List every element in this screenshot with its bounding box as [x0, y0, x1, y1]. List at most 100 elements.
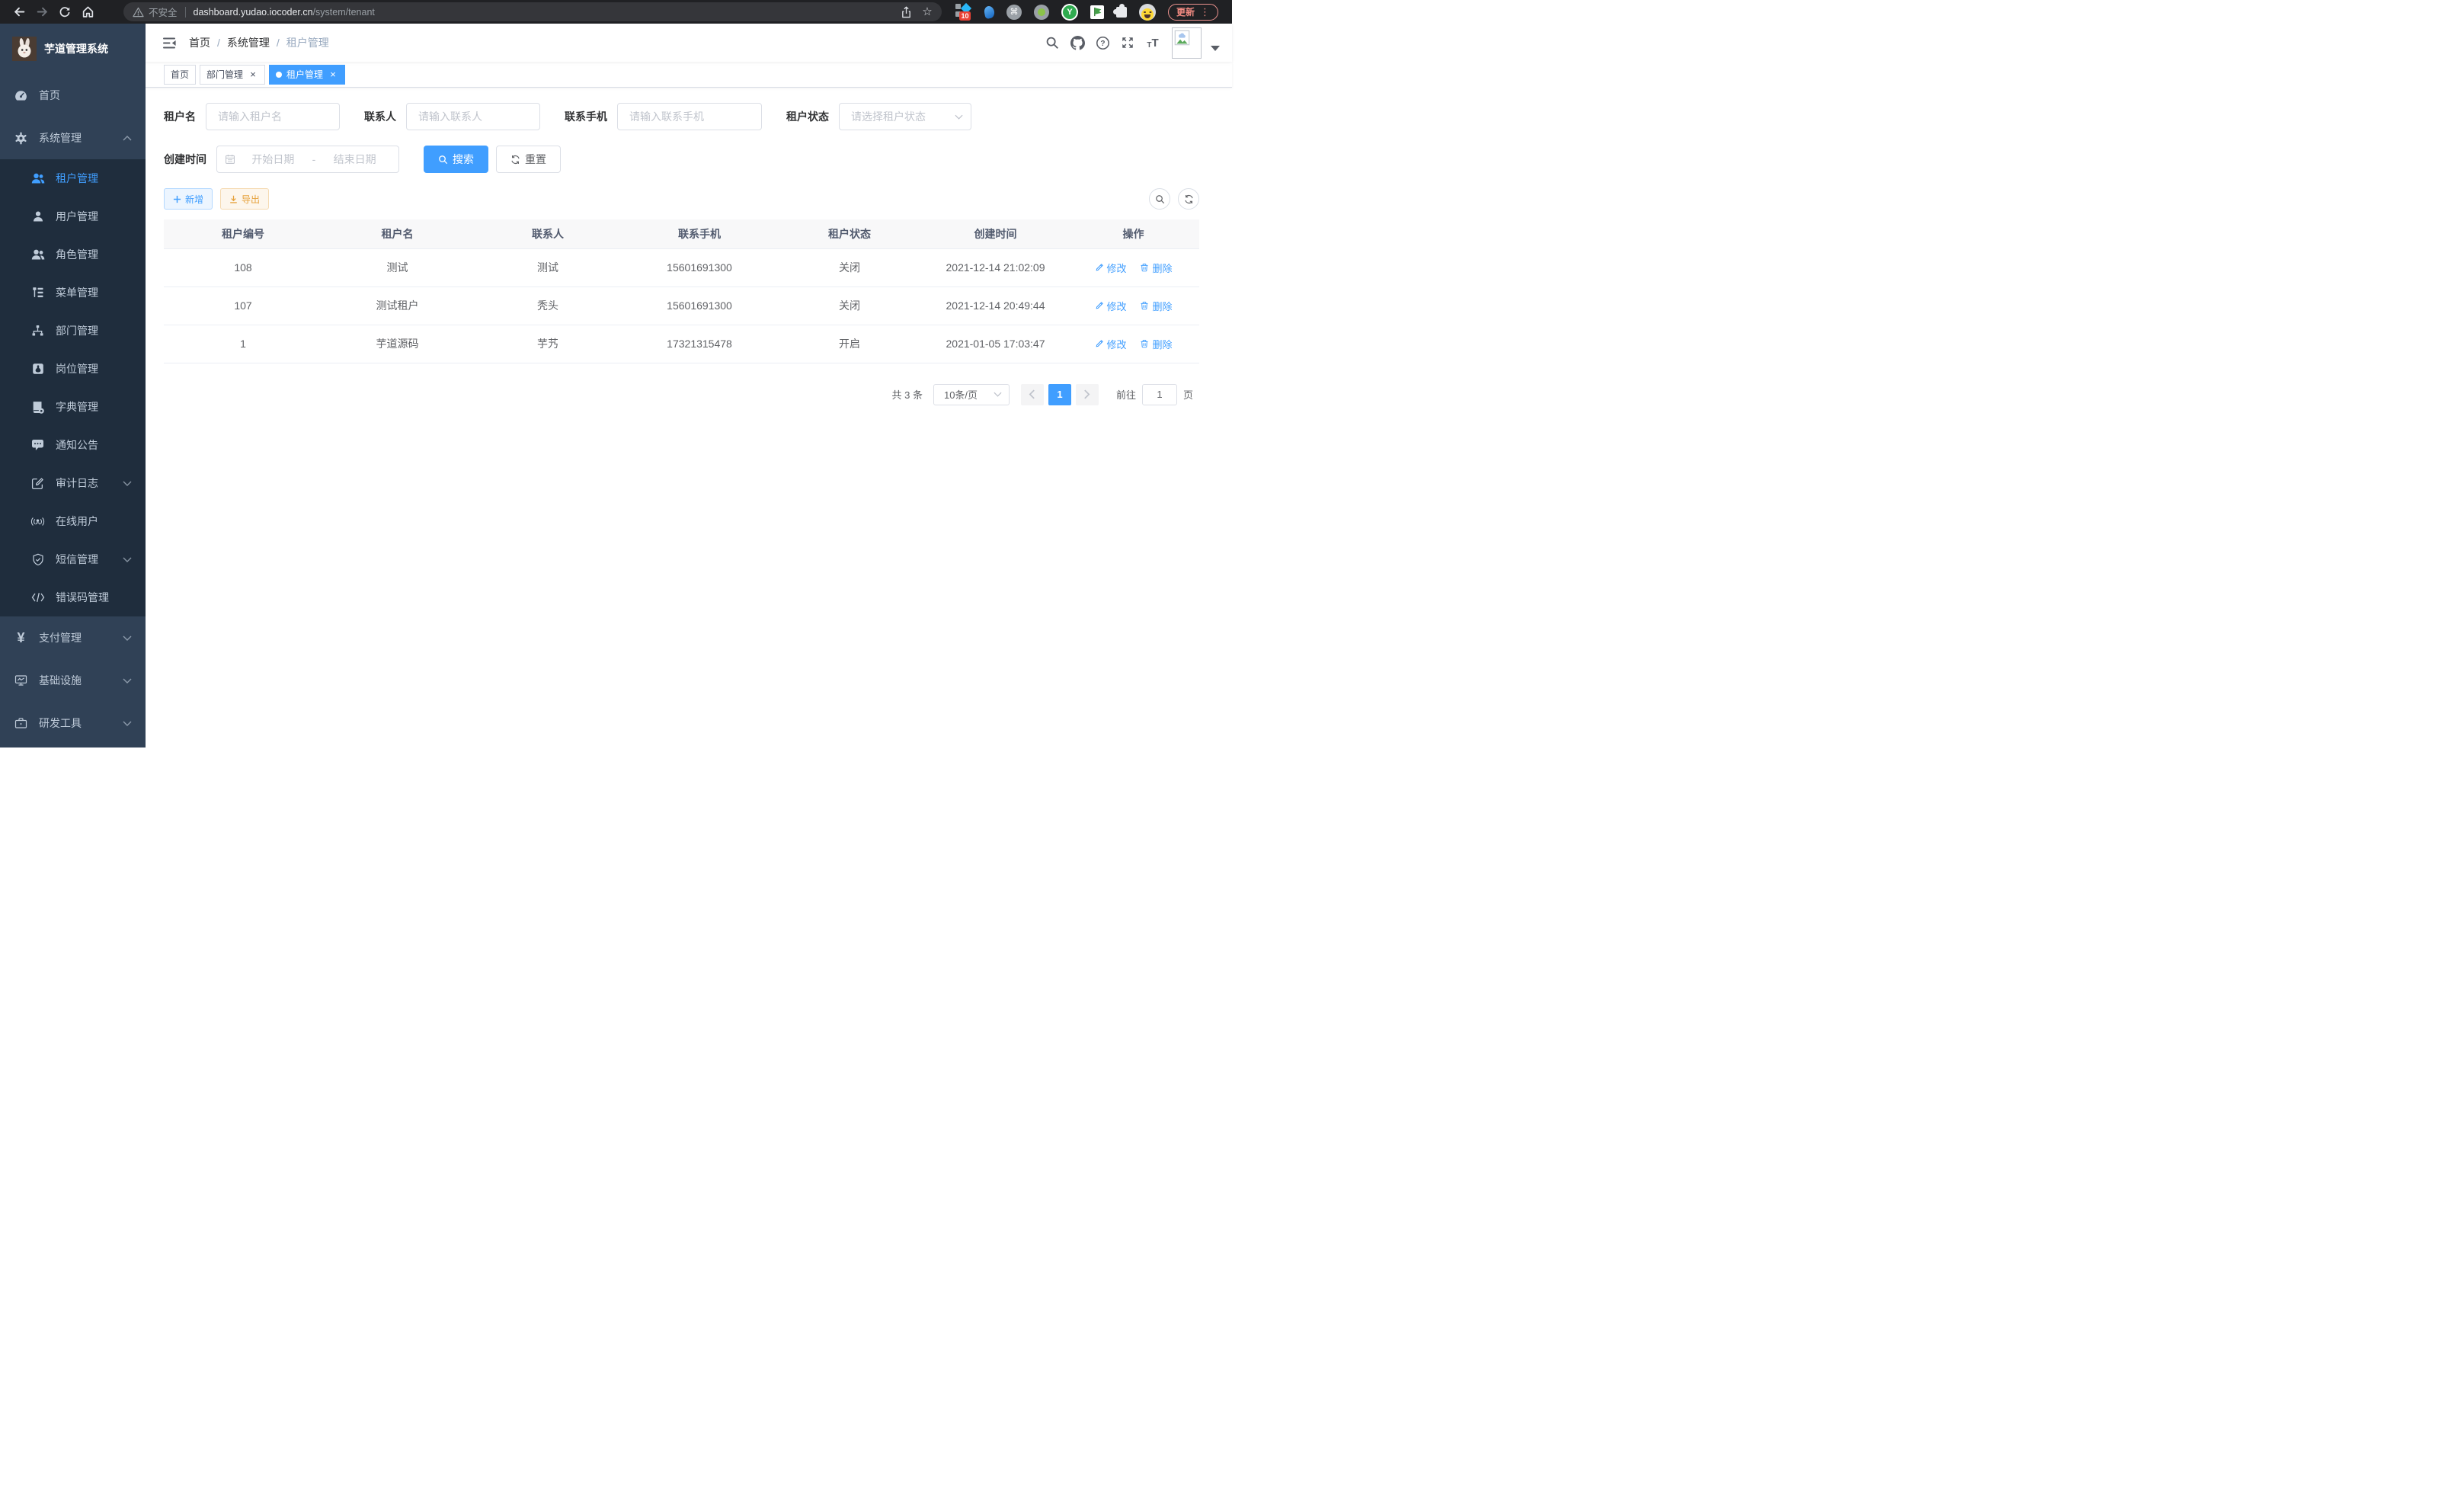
filter-row-1: 租户名 请输入租户名 联系人 请输入联系人 联系手机 请输入联系手机	[164, 103, 1199, 130]
browser-forward-icon[interactable]	[30, 2, 53, 22]
edit-link[interactable]: 修改	[1095, 337, 1127, 351]
share-icon[interactable]	[895, 2, 917, 21]
extensions-puzzle-icon[interactable]	[1116, 7, 1127, 18]
status-select[interactable]: 请选择租户状态	[839, 103, 971, 130]
sidebar-item-dept-management[interactable]: 部门管理	[0, 312, 146, 350]
edit-link[interactable]: 修改	[1095, 299, 1127, 313]
mobile-input[interactable]: 请输入联系手机	[617, 103, 762, 130]
edit-link[interactable]: 修改	[1095, 261, 1127, 275]
sidebar-item-system-management[interactable]: 系统管理	[0, 117, 146, 159]
sidebar-item-user-management[interactable]: 用户管理	[0, 197, 146, 235]
delete-link[interactable]: 删除	[1140, 261, 1172, 275]
browser-home-icon[interactable]	[76, 2, 99, 22]
url-bar[interactable]: 不安全 dashboard.yudao.iocoder.cn/system/te…	[123, 2, 942, 21]
sidebar-item-sms-management[interactable]: 短信管理	[0, 540, 146, 578]
cell-created: 2021-01-05 17:03:47	[923, 325, 1067, 363]
mobile-placeholder: 请输入联系手机	[629, 109, 704, 124]
cell-mobile: 15601691300	[623, 248, 776, 287]
sidebar: 芋道管理系统 首页 系统管理 租户管理	[0, 24, 146, 748]
contact-input[interactable]: 请输入联系人	[406, 103, 540, 130]
created-date-range-input[interactable]: 开始日期 - 结束日期	[216, 146, 399, 173]
browser-reload-icon[interactable]	[53, 2, 76, 22]
sidebar-item-label: 首页	[39, 88, 60, 103]
audit-log-icon	[30, 477, 45, 490]
browser-back-icon[interactable]	[8, 2, 30, 22]
page-size-select[interactable]: 10条/页	[933, 384, 1010, 405]
col-created: 创建时间	[923, 219, 1067, 248]
extensions-cluster: 10 ⌘ Y	[955, 3, 1156, 21]
breadcrumb-system[interactable]: 系统管理	[227, 35, 270, 50]
cell-mobile: 17321315478	[623, 325, 776, 363]
url-divider	[185, 7, 186, 18]
sidebar-item-infrastructure[interactable]: 基础设施	[0, 659, 146, 702]
chevron-down-icon	[123, 721, 132, 726]
extension-icon[interactable]: 10	[955, 3, 972, 21]
breadcrumb-separator: /	[217, 37, 220, 49]
tab-home[interactable]: 首页	[164, 65, 196, 85]
delete-link[interactable]: 删除	[1140, 337, 1172, 351]
col-tenant-id: 租户编号	[164, 219, 322, 248]
date-range-separator: -	[312, 153, 316, 165]
tenant-name-input[interactable]: 请输入租户名	[206, 103, 340, 130]
sidebar-item-menu-management[interactable]: 菜单管理	[0, 274, 146, 312]
export-button-label: 导出	[242, 193, 260, 206]
tab-close-icon[interactable]: ×	[328, 69, 338, 79]
delete-link[interactable]: 删除	[1140, 299, 1172, 313]
command-extension-icon[interactable]: ⌘	[1006, 5, 1022, 20]
sms-shield-icon	[30, 553, 45, 566]
next-page-button[interactable]	[1076, 384, 1099, 405]
active-tab-dot	[276, 72, 282, 78]
sidebar-item-payment-management[interactable]: ¥ 支付管理	[0, 616, 146, 659]
trash-icon	[1140, 339, 1149, 348]
add-button[interactable]: 新增	[164, 188, 213, 210]
sidebar-item-role-management[interactable]: 角色管理	[0, 235, 146, 274]
sidebar-item-dev-tools[interactable]: 研发工具	[0, 702, 146, 744]
sidebar-item-error-code-management[interactable]: 错误码管理	[0, 578, 146, 616]
sidebar-item-notice-management[interactable]: 通知公告	[0, 426, 146, 464]
page-number-1[interactable]: 1	[1048, 384, 1071, 405]
help-question-icon[interactable]: ?	[1091, 24, 1114, 62]
tab-dept-management[interactable]: 部门管理 ×	[200, 65, 265, 85]
sidebar-item-label: 租户管理	[56, 171, 98, 186]
sidebar-item-label: 系统管理	[39, 130, 82, 146]
avatar-dropdown-caret-icon[interactable]	[1211, 46, 1220, 51]
goto-page-input[interactable]	[1142, 384, 1177, 405]
sidebar-item-dict-management[interactable]: 字典管理	[0, 388, 146, 426]
y-extension-icon[interactable]: Y	[1061, 4, 1078, 21]
refresh-table-button[interactable]	[1178, 188, 1199, 210]
filter-row-2: 创建时间 开始日期 - 结束日期 搜索 重置	[164, 146, 1199, 173]
export-button[interactable]: 导出	[220, 188, 269, 210]
bookmark-star-icon[interactable]: ☆	[917, 2, 938, 21]
sidebar-item-post-management[interactable]: 岗位管理	[0, 350, 146, 388]
tab-tenant-management[interactable]: 租户管理 ×	[269, 65, 345, 85]
app-logo-row[interactable]: 芋道管理系统	[0, 24, 146, 74]
search-button[interactable]: 搜索	[424, 146, 488, 173]
sidebar-item-tenant-management[interactable]: 租户管理	[0, 159, 146, 197]
sidebar-item-home[interactable]: 首页	[0, 74, 146, 117]
url-host: dashboard.yudao.iocoder.cn	[194, 7, 313, 18]
cell-status: 开启	[776, 325, 923, 363]
recorder-extension-icon[interactable]	[1034, 5, 1049, 20]
sidebar-fold-icon[interactable]	[157, 24, 182, 62]
pagination-total: 共 3 条	[892, 387, 923, 402]
sidebar-item-audit-log[interactable]: 审计日志	[0, 464, 146, 502]
chrome-update-button[interactable]: 更新 ⋮	[1168, 4, 1218, 21]
balloon-extension-icon[interactable]	[983, 5, 995, 18]
user-avatar[interactable]	[1172, 27, 1202, 59]
sidebar-item-online-users[interactable]: 在线用户	[0, 502, 146, 540]
tab-close-icon[interactable]: ×	[248, 69, 258, 79]
flag-extension-icon[interactable]	[1090, 5, 1104, 19]
browser-menu-dots-icon[interactable]: ⋮	[1200, 6, 1210, 18]
chevron-left-icon	[1029, 389, 1035, 399]
svg-text:?: ?	[1100, 40, 1105, 48]
github-icon[interactable]	[1066, 24, 1089, 62]
profile-avatar-icon[interactable]	[1139, 4, 1156, 21]
reset-button[interactable]: 重置	[496, 146, 561, 173]
page-unit-label: 页	[1183, 387, 1193, 402]
fullscreen-icon[interactable]	[1116, 24, 1139, 62]
prev-page-button[interactable]	[1021, 384, 1044, 405]
font-size-icon[interactable]: TT	[1141, 24, 1164, 62]
header-search-icon[interactable]	[1041, 24, 1064, 62]
breadcrumb-home[interactable]: 首页	[189, 35, 210, 50]
toggle-search-button[interactable]	[1149, 188, 1170, 210]
